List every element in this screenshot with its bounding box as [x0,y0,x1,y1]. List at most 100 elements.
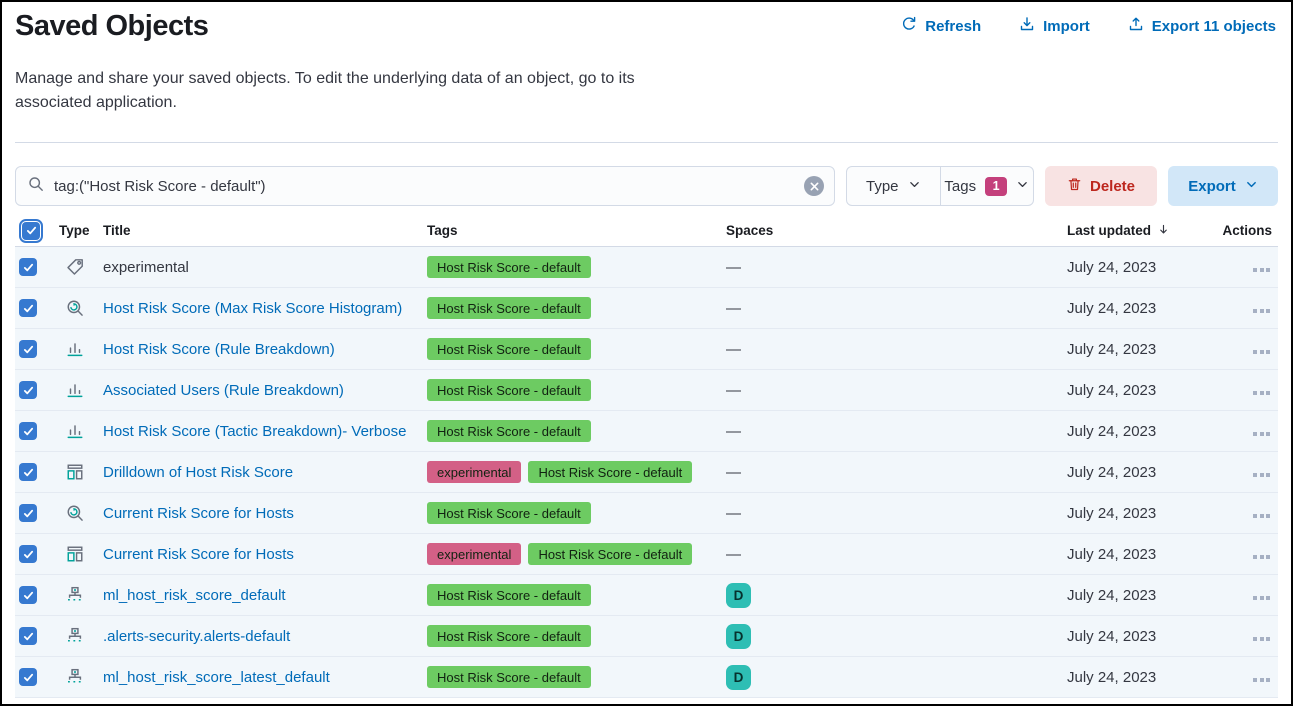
actions-menu-button[interactable] [1251,551,1272,563]
actions-menu-button[interactable] [1251,633,1272,645]
actions-menu-button[interactable] [1251,387,1272,399]
tag-badge[interactable]: Host Risk Score - default [427,502,591,524]
tags-cell: Host Risk Score - default [427,420,726,442]
actions-menu-button[interactable] [1251,305,1272,317]
visualization-icon [66,340,84,358]
table-row: ml_host_risk_score_latest_default Host Ri… [15,657,1278,698]
actions-menu-button[interactable] [1251,428,1272,440]
tag-badge[interactable]: experimental [427,461,521,483]
spaces-cell: — [726,300,1067,317]
tag-badge[interactable]: Host Risk Score - default [528,543,692,565]
last-updated-cell: July 24, 2023 [1067,505,1217,522]
chevron-down-icon [908,178,921,195]
tag-badge[interactable]: Host Risk Score - default [427,379,591,401]
tag-badge[interactable]: Host Risk Score - default [427,666,591,688]
last-updated-cell: July 24, 2023 [1067,587,1217,604]
actions-menu-button[interactable] [1251,592,1272,604]
tag-badge[interactable]: Host Risk Score - default [427,256,591,278]
object-title-link[interactable]: Host Risk Score (Max Risk Score Histogra… [103,300,402,317]
object-title-link[interactable]: Associated Users (Rule Breakdown) [103,382,344,399]
spaces-cell: — [726,546,1067,563]
tags-cell: Host Risk Score - default [427,338,726,360]
tag-badge[interactable]: Host Risk Score - default [427,297,591,319]
last-updated-cell: July 24, 2023 [1067,300,1217,317]
object-title-link[interactable]: Current Risk Score for Hosts [103,546,294,563]
tag-icon [66,258,84,276]
page-header: Saved Objects Refresh Import Export 11 o… [15,10,1278,43]
actions-menu-button[interactable] [1251,510,1272,522]
header-actions: Refresh Import Export 11 objects [901,10,1278,36]
row-checkbox[interactable] [19,668,37,686]
object-title-link[interactable]: Host Risk Score (Tactic Breakdown)- Verb… [103,423,406,440]
row-checkbox[interactable] [19,627,37,645]
import-button[interactable]: Import [1019,16,1090,36]
actions-menu-button[interactable] [1251,264,1272,276]
table-row: Associated Users (Rule Breakdown) Host Ri… [15,370,1278,411]
spaces-empty: — [726,464,741,481]
tag-badge[interactable]: Host Risk Score - default [427,625,591,647]
visualization-icon [66,381,84,399]
row-checkbox[interactable] [19,545,37,563]
section-divider [15,142,1278,143]
last-updated-cell: July 24, 2023 [1067,546,1217,563]
row-checkbox[interactable] [19,504,37,522]
spaces-empty: — [726,259,741,276]
object-title-link[interactable]: .alerts-security.alerts-default [103,628,290,645]
tag-badge[interactable]: Host Risk Score - default [427,420,591,442]
tag-badge[interactable]: Host Risk Score - default [427,338,591,360]
import-icon [1019,16,1035,36]
object-title-link[interactable]: ml_host_risk_score_latest_default [103,669,330,686]
tags-cell: Host Risk Score - default [427,666,726,688]
page-description: Manage and share your saved objects. To … [15,67,675,115]
refresh-button[interactable]: Refresh [901,16,981,36]
row-checkbox[interactable] [19,299,37,317]
export-button[interactable]: Export [1168,166,1278,206]
table-row: Current Risk Score for Hosts Host Risk Sc… [15,493,1278,534]
tags-cell: Host Risk Score - default [427,625,726,647]
actions-menu-button[interactable] [1251,469,1272,481]
type-filter-button[interactable]: Type [847,167,940,205]
tags-cell: Host Risk Score - default [427,379,726,401]
actions-menu-button[interactable] [1251,674,1272,686]
row-checkbox[interactable] [19,586,37,604]
spaces-empty: — [726,546,741,563]
clear-search-icon[interactable] [804,176,824,196]
spaces-empty: — [726,341,741,358]
select-all-checkbox[interactable] [22,222,40,240]
chevron-down-icon [1245,178,1258,195]
search-input[interactable] [54,178,794,195]
table-row: Host Risk Score (Tactic Breakdown)- Verb… [15,411,1278,452]
row-checkbox[interactable] [19,463,37,481]
tag-badge[interactable]: Host Risk Score - default [427,584,591,606]
object-title-link[interactable]: ml_host_risk_score_default [103,587,286,604]
row-checkbox[interactable] [19,340,37,358]
space-badge-default: D [726,665,751,690]
row-checkbox[interactable] [19,422,37,440]
table-row: Host Risk Score (Rule Breakdown) Host Ris… [15,329,1278,370]
index-pattern-icon [66,627,84,645]
spaces-cell: — [726,259,1067,276]
delete-button[interactable]: Delete [1045,166,1157,206]
row-checkbox[interactable] [19,258,37,276]
tag-badge[interactable]: experimental [427,543,521,565]
table-row: experimentalHost Risk Score - default—Ju… [15,247,1278,288]
last-updated-cell: July 24, 2023 [1067,669,1217,686]
object-title-link[interactable]: Host Risk Score (Rule Breakdown) [103,341,335,358]
object-title-link[interactable]: Drilldown of Host Risk Score [103,464,293,481]
export-objects-button[interactable]: Export 11 objects [1128,16,1276,36]
spaces-cell: D [726,665,1067,690]
spaces-empty: — [726,382,741,399]
object-title-link[interactable]: Current Risk Score for Hosts [103,505,294,522]
spaces-cell: — [726,341,1067,358]
spaces-cell: — [726,382,1067,399]
column-header-last-updated[interactable]: Last updated [1067,223,1217,239]
actions-menu-button[interactable] [1251,346,1272,358]
last-updated-cell: July 24, 2023 [1067,382,1217,399]
tag-badge[interactable]: Host Risk Score - default [528,461,692,483]
tags-filter-button[interactable]: Tags 1 [940,167,1034,205]
trash-icon [1067,177,1082,196]
search-icon [28,176,44,197]
tags-cell: experimental Host Risk Score - default [427,543,726,565]
row-checkbox[interactable] [19,381,37,399]
saved-objects-page: Saved Objects Refresh Import Export 11 o… [0,0,1293,706]
